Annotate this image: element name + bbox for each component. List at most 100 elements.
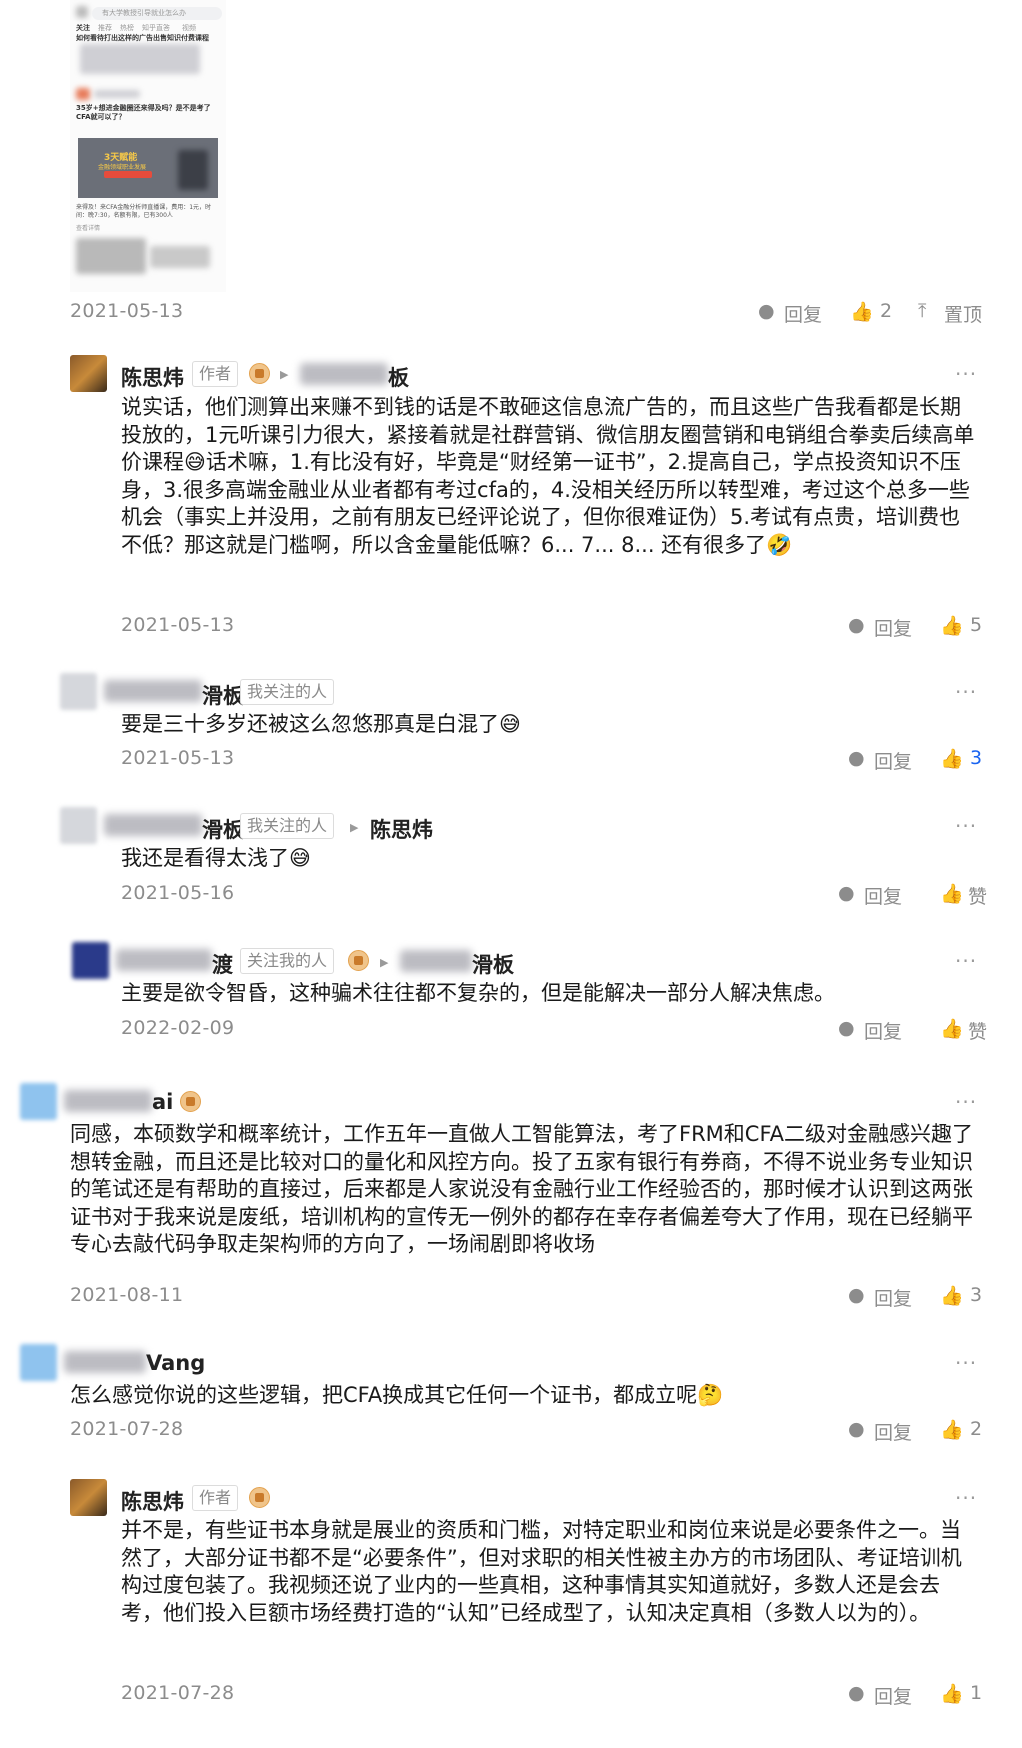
author-tag: 作者 bbox=[192, 1485, 239, 1511]
reply-to-name[interactable]: 板 bbox=[388, 362, 409, 392]
avatar[interactable] bbox=[70, 355, 107, 392]
reply-button[interactable]: 回复 bbox=[784, 300, 822, 327]
like-count[interactable]: 1 bbox=[970, 1682, 982, 1704]
triangle-arrow-icon: ▶ bbox=[380, 956, 389, 969]
embedded-post-line: 35岁+想进金融圈还来得及吗？是不是考了CFA就可以了？ bbox=[76, 104, 211, 121]
avatar[interactable] bbox=[72, 942, 109, 979]
verified-badge-icon bbox=[249, 363, 270, 384]
thumb-up-icon: 👍 bbox=[940, 748, 964, 770]
comment-icon: ● bbox=[848, 614, 865, 636]
comment-date: 2021-05-13 bbox=[121, 747, 235, 769]
reply-button[interactable]: 回复 bbox=[874, 747, 912, 774]
blurred-author bbox=[64, 1090, 152, 1112]
blurred-reply-to bbox=[400, 950, 472, 972]
thumb-up-icon: 👍 bbox=[940, 1285, 964, 1307]
comment-icon: ● bbox=[848, 747, 865, 769]
ad-person bbox=[178, 150, 208, 190]
blurred-name bbox=[94, 90, 140, 98]
ad-caption: 来得及！来CFA金融分析师直播课，费用：1元，时间：晚7:30，名额有限，已有3… bbox=[76, 204, 212, 219]
author-name[interactable]: ai bbox=[152, 1090, 173, 1114]
avatar[interactable] bbox=[20, 1344, 57, 1381]
reply-button[interactable]: 回复 bbox=[874, 614, 912, 641]
more-icon[interactable]: ··· bbox=[955, 362, 977, 386]
triangle-arrow-icon: ▶ bbox=[350, 821, 359, 834]
like-count[interactable]: 2 bbox=[970, 1418, 982, 1440]
blurred-avatar bbox=[76, 88, 90, 100]
reply-button[interactable]: 回复 bbox=[874, 1682, 912, 1709]
like-count[interactable]: 5 bbox=[970, 614, 982, 636]
reply-button[interactable]: 回复 bbox=[874, 1284, 912, 1311]
author-name[interactable]: 滑板 bbox=[202, 814, 244, 844]
like-count[interactable]: 3 bbox=[970, 747, 982, 769]
avatar[interactable] bbox=[70, 1479, 107, 1516]
comment-text: 并不是，有些证书本身就是展业的资质和门槛，对特定职业和岗位来说是必要条件之一。当… bbox=[121, 1518, 962, 1625]
like-button[interactable]: 赞 bbox=[968, 1017, 987, 1044]
embedded-headline: 如何看待打出这样的广告出售知识付费课程 bbox=[76, 34, 209, 42]
avatar[interactable] bbox=[60, 807, 97, 844]
like-count[interactable]: 2 bbox=[880, 300, 892, 322]
blurred-thumb bbox=[76, 238, 146, 274]
avatar[interactable] bbox=[20, 1083, 57, 1120]
blurred-author bbox=[116, 949, 212, 971]
author-name[interactable]: 陈思炜 bbox=[121, 1486, 184, 1516]
ad-pill bbox=[104, 171, 152, 178]
comment-date: 2021-07-28 bbox=[121, 1682, 235, 1704]
thumb-up-icon: 👍 bbox=[940, 1419, 964, 1441]
top-item-date: 2021-05-13 bbox=[70, 300, 184, 322]
verified-badge-icon bbox=[348, 950, 369, 971]
verified-badge-icon bbox=[180, 1091, 201, 1112]
ad-link: 查看详情 bbox=[76, 225, 101, 232]
thumb-up-icon: 👍 bbox=[940, 615, 964, 637]
comment-text: 我还是看得太浅了😅 bbox=[121, 846, 311, 870]
pin-button[interactable]: 置顶 bbox=[944, 300, 982, 327]
reply-to-name[interactable]: 滑板 bbox=[472, 949, 514, 979]
triangle-arrow-icon: ▶ bbox=[280, 368, 289, 381]
comment-text: 说实话，他们测算出来赚不到钱的话是不敢砸这信息流广告的，而且这些广告我看都是长期… bbox=[121, 395, 975, 557]
search-placeholder: 有大学教授引导就业怎么办 bbox=[102, 9, 186, 17]
comment-text: 主要是欲令智昏，这种骗术往往都不复杂的，但是能解决一部分人解决焦虑。 bbox=[121, 981, 835, 1005]
avatar[interactable] bbox=[60, 673, 97, 710]
thumb-up-icon: 👍 bbox=[940, 1018, 964, 1040]
comment-text: 同感，本硕数学和概率统计，工作五年一直做人工智能算法，考了FRM和CFA二级对金… bbox=[70, 1122, 973, 1256]
comment-date: 2021-08-11 bbox=[70, 1284, 184, 1306]
author-tag: 关注我的人 bbox=[240, 948, 335, 974]
comment-icon: ● bbox=[758, 300, 775, 322]
comment-date: 2021-05-16 bbox=[121, 882, 235, 904]
ad-image: 3天赋能 金融领域职业发展 bbox=[78, 138, 218, 198]
comment-icon: ● bbox=[838, 882, 855, 904]
comment-text: 怎么感觉你说的这些逻辑，把CFA换成其它任何一个证书，都成立呢🤔 bbox=[70, 1383, 724, 1407]
reply-button[interactable]: 回复 bbox=[864, 882, 902, 909]
reply-button[interactable]: 回复 bbox=[864, 1017, 902, 1044]
author-name[interactable]: 渡 bbox=[212, 949, 233, 979]
comment-icon: ● bbox=[848, 1284, 865, 1306]
author-name[interactable]: 陈思炜 bbox=[121, 362, 184, 392]
tab-video: 视频 bbox=[182, 24, 196, 32]
author-tag: 我关注的人 bbox=[240, 813, 335, 839]
blurred-author bbox=[104, 680, 202, 702]
thumb-up-icon: 👍 bbox=[940, 1683, 964, 1705]
more-icon[interactable]: ··· bbox=[955, 680, 977, 704]
reply-button[interactable]: 回复 bbox=[874, 1418, 912, 1445]
like-button[interactable]: 赞 bbox=[968, 882, 987, 909]
more-icon[interactable]: ··· bbox=[955, 949, 977, 973]
blurred-reply-to bbox=[300, 363, 388, 385]
author-name[interactable]: 滑板 bbox=[202, 680, 244, 710]
ad-subtitle: 金融领域职业发展 bbox=[98, 164, 147, 171]
comment-date: 2021-05-13 bbox=[121, 614, 235, 636]
tab-zhida: 知乎直答 bbox=[142, 24, 170, 32]
comment-date: 2022-02-09 bbox=[121, 1017, 235, 1039]
more-icon[interactable]: ··· bbox=[955, 1090, 977, 1114]
comment-icon: ● bbox=[838, 1017, 855, 1039]
comment-date: 2021-07-28 bbox=[70, 1418, 184, 1440]
more-icon[interactable]: ··· bbox=[955, 1486, 977, 1510]
verified-badge-icon bbox=[249, 1487, 270, 1508]
more-icon[interactable]: ··· bbox=[955, 1351, 977, 1375]
comment-text: 要是三十多岁还被这么忽悠那真是白混了😅 bbox=[121, 712, 521, 736]
pin-icon: ⤒ bbox=[918, 300, 927, 322]
author-name[interactable]: Vang bbox=[146, 1351, 205, 1375]
reply-to-name[interactable]: 陈思炜 bbox=[370, 814, 433, 844]
embedded-screenshot: 有大学教授引导就业怎么办 关注 推荐 热榜 知乎直答 视频 如何看待打出这样的广… bbox=[70, 0, 226, 292]
more-icon[interactable]: ··· bbox=[955, 814, 977, 838]
like-count[interactable]: 3 bbox=[970, 1284, 982, 1306]
author-tag: 作者 bbox=[192, 361, 239, 387]
